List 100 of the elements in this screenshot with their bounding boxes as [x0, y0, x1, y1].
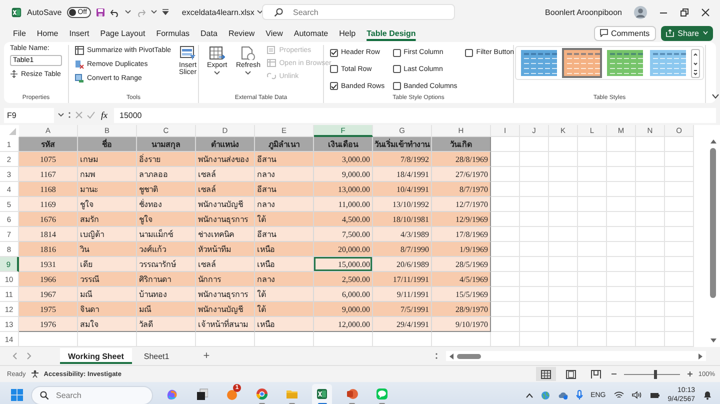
spreadsheet-cell[interactable]: [491, 227, 520, 242]
spreadsheet-cell[interactable]: [578, 242, 607, 257]
spreadsheet-cell[interactable]: [520, 167, 549, 182]
more-styles-icon[interactable]: [692, 68, 699, 76]
spreadsheet-cell[interactable]: [578, 152, 607, 167]
normal-view-button[interactable]: [536, 367, 556, 381]
share-button[interactable]: Share: [660, 26, 713, 40]
spreadsheet-cell[interactable]: [520, 197, 549, 212]
spreadsheet-cell[interactable]: [491, 257, 520, 272]
spreadsheet-cell[interactable]: [607, 302, 636, 317]
spreadsheet-cell[interactable]: [665, 167, 694, 182]
spreadsheet-cell[interactable]: [432, 332, 491, 347]
spreadsheet-cell[interactable]: [636, 212, 665, 227]
spreadsheet-cell[interactable]: [636, 152, 665, 167]
customize-icon[interactable]: [162, 9, 169, 15]
spreadsheet-cell[interactable]: [636, 227, 665, 242]
menu-tab[interactable]: File: [8, 26, 31, 40]
spreadsheet-cell[interactable]: [578, 287, 607, 302]
spreadsheet-cell[interactable]: [255, 332, 314, 347]
chevron-up-icon[interactable]: [526, 392, 533, 398]
spreadsheet-cell[interactable]: [314, 332, 373, 347]
spreadsheet-cell[interactable]: [549, 287, 578, 302]
spreadsheet-cell[interactable]: [636, 272, 665, 287]
spreadsheet-cell[interactable]: [491, 272, 520, 287]
spreadsheet-cell[interactable]: [19, 332, 78, 347]
close-icon[interactable]: [701, 8, 710, 16]
insert-function-button[interactable]: fx: [99, 110, 110, 120]
spreadsheet-cell[interactable]: [665, 137, 694, 152]
spreadsheet-cell[interactable]: [520, 317, 549, 332]
cancel-icon[interactable]: [75, 111, 83, 119]
spreadsheet-cell[interactable]: [549, 332, 578, 347]
notification-bell-icon[interactable]: [703, 390, 712, 400]
spreadsheet-cell[interactable]: [491, 332, 520, 347]
spreadsheet-cell[interactable]: [665, 242, 694, 257]
spreadsheet-cell[interactable]: [665, 332, 694, 347]
spreadsheet-cell[interactable]: [607, 167, 636, 182]
spreadsheet-cell[interactable]: [607, 227, 636, 242]
spreadsheet-cell[interactable]: [549, 272, 578, 287]
spreadsheet-cell[interactable]: [665, 272, 694, 287]
menu-tab[interactable]: Formulas: [151, 26, 195, 40]
spreadsheet-cell[interactable]: [491, 242, 520, 257]
spreadsheet-cell[interactable]: [491, 137, 520, 152]
spreadsheet-cell[interactable]: [665, 227, 694, 242]
globe-icon[interactable]: [540, 390, 550, 400]
spreadsheet-cell[interactable]: [549, 242, 578, 257]
menu-tab[interactable]: Help: [334, 26, 361, 40]
spreadsheet-cell[interactable]: [636, 242, 665, 257]
spreadsheet-cell[interactable]: [636, 182, 665, 197]
spreadsheet-cell[interactable]: [520, 287, 549, 302]
zoom-in-icon[interactable]: [687, 371, 694, 377]
battery-icon[interactable]: [650, 391, 660, 399]
enter-icon[interactable]: [87, 111, 95, 119]
scrollbar-thumb[interactable]: [710, 148, 716, 298]
spreadsheet-cell[interactable]: [578, 167, 607, 182]
sheet-tab[interactable]: Sheet1: [136, 348, 178, 364]
spreadsheet-cell[interactable]: [578, 197, 607, 212]
spreadsheet-cell[interactable]: [607, 197, 636, 212]
scrollbar-thumb[interactable]: [457, 354, 481, 358]
spreadsheet-cell[interactable]: [549, 137, 578, 152]
spreadsheet-cell[interactable]: [607, 272, 636, 287]
spreadsheet-cell[interactable]: [491, 167, 520, 182]
spreadsheet-cell[interactable]: [636, 137, 665, 152]
undo-icon[interactable]: [110, 8, 120, 16]
spreadsheet-cell[interactable]: [607, 137, 636, 152]
add-sheet-button[interactable]: +: [197, 349, 216, 363]
sheet-tab[interactable]: Working Sheet: [60, 348, 132, 364]
spreadsheet-cell[interactable]: [636, 167, 665, 182]
spreadsheet-cell[interactable]: [491, 182, 520, 197]
spreadsheet-cell[interactable]: [636, 302, 665, 317]
spreadsheet-cell[interactable]: [578, 137, 607, 152]
menu-tab[interactable]: Review: [223, 26, 260, 40]
file-name[interactable]: exceldata4learn.xlsx: [182, 8, 254, 16]
formula-field[interactable]: 15000: [114, 108, 716, 122]
spreadsheet-cell[interactable]: [665, 152, 694, 167]
spreadsheet-cell[interactable]: [137, 332, 196, 347]
spreadsheet-cell[interactable]: [520, 227, 549, 242]
spreadsheet-cell[interactable]: [549, 227, 578, 242]
menu-tab[interactable]: Page Layout: [95, 26, 150, 40]
spreadsheet-cell[interactable]: [578, 182, 607, 197]
spreadsheet-app-button[interactable]: [312, 384, 332, 404]
cloud-icon[interactable]: [558, 390, 568, 400]
spreadsheet-cell[interactable]: [578, 332, 607, 347]
spreadsheet-cell[interactable]: [196, 332, 255, 347]
restore-icon[interactable]: [680, 8, 689, 16]
spreadsheet-cell[interactable]: [549, 167, 578, 182]
spreadsheet-cell[interactable]: [636, 287, 665, 302]
menu-tab[interactable]: Table Design: [362, 26, 421, 40]
spreadsheet-cell[interactable]: [665, 257, 694, 272]
spreadsheet-cell[interactable]: [520, 257, 549, 272]
horizontal-scrollbar[interactable]: [446, 351, 706, 361]
spreadsheet-cell[interactable]: [665, 212, 694, 227]
spreadsheet-cell[interactable]: [520, 302, 549, 317]
spreadsheet-cell[interactable]: [491, 302, 520, 317]
spreadsheet-cell[interactable]: [578, 227, 607, 242]
avatar-icon[interactable]: [634, 6, 647, 18]
start-icon[interactable]: [11, 389, 23, 401]
spreadsheet-cell[interactable]: [373, 332, 432, 347]
spreadsheet-cell[interactable]: [578, 212, 607, 227]
spreadsheet-cell[interactable]: [491, 212, 520, 227]
spreadsheet-cell[interactable]: [520, 242, 549, 257]
